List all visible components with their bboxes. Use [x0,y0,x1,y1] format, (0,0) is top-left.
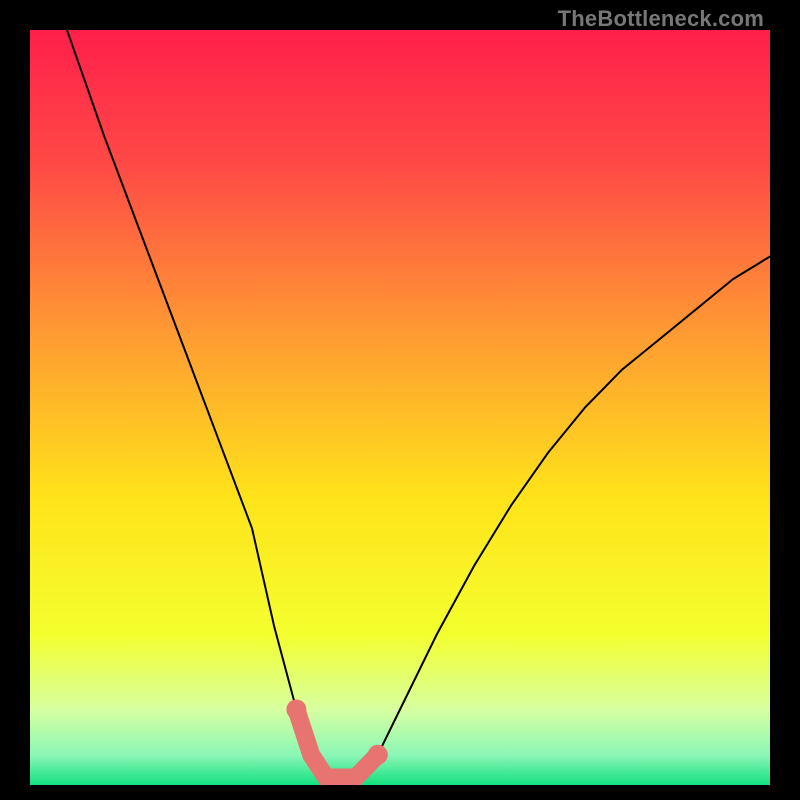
watermark-label: TheBottleneck.com [558,6,764,32]
plot-area [30,30,770,785]
bottleneck-chart [30,30,770,785]
chart-frame: TheBottleneck.com [0,0,800,800]
optimum-endpoint [286,700,306,720]
optimum-endpoint [368,745,388,765]
